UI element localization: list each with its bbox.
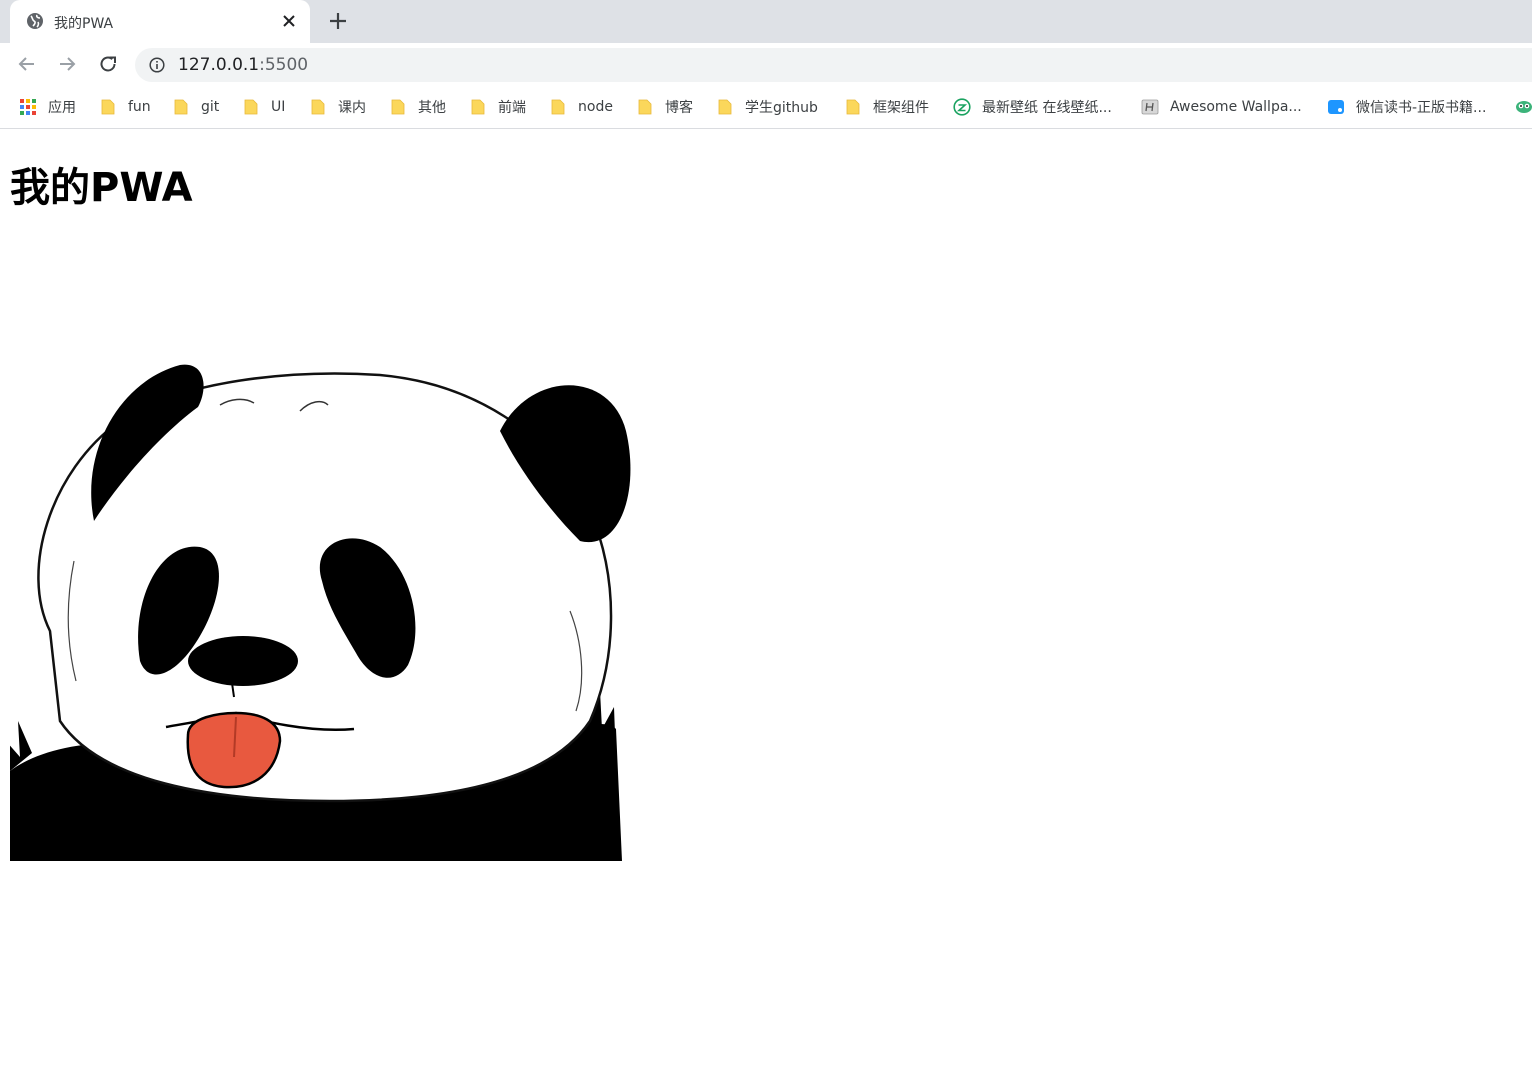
plus-icon[interactable]: [326, 9, 350, 33]
tab-title: 我的PWA: [54, 16, 114, 32]
bookmark-apps[interactable]: 应用: [19, 86, 76, 128]
url-host: 127.0.0.1: [178, 55, 260, 75]
folder-icon: [471, 99, 485, 115]
bookmark-folder-ui[interactable]: UI: [242, 86, 285, 128]
bookmark-label: 课内: [338, 100, 366, 116]
folder-icon: [391, 99, 405, 115]
bookmark-wallpaper-site[interactable]: 最新壁纸 在线壁纸...: [953, 86, 1112, 128]
bookmark-folder-fun[interactable]: fun: [99, 86, 151, 128]
url-text[interactable]: 127.0.0.1:5500: [178, 55, 308, 75]
bookmark-label: 应用: [48, 100, 76, 116]
bookmark-folder-qianduan[interactable]: 前端: [469, 86, 526, 128]
bookmark-weread[interactable]: 微信读书-正版书籍...: [1327, 86, 1486, 128]
page-title: 我的PWA: [10, 165, 193, 211]
bookmark-label: node: [578, 99, 613, 115]
weread-icon: [1328, 100, 1344, 114]
arrow-back-icon[interactable]: [15, 52, 39, 76]
wallpaper-site-icon: [953, 98, 971, 116]
globe-icon: [27, 13, 43, 29]
bookmark-label: fun: [128, 99, 151, 115]
folder-icon: [718, 99, 732, 115]
folder-icon: [174, 99, 188, 115]
bookmark-folder-framework[interactable]: 框架组件: [844, 86, 929, 128]
close-icon[interactable]: [280, 12, 298, 30]
url-port: :5500: [259, 55, 309, 75]
bookmarks-bar: 应用 fun git UI 课内 其他 前端 node 博客 学生github …: [0, 86, 1532, 129]
bookmark-folder-kenei[interactable]: 课内: [309, 86, 366, 128]
bookmark-label: 微信读书-正版书籍...: [1356, 100, 1487, 116]
tab-strip: 我的PWA: [0, 0, 1532, 43]
browser-toolbar: 127.0.0.1:5500: [0, 43, 1532, 86]
bookmark-label: UI: [271, 99, 286, 115]
folder-icon: [638, 99, 652, 115]
folder-icon: [551, 99, 565, 115]
bookmark-folder-student-github[interactable]: 学生github: [716, 86, 818, 128]
bookmark-label: Awesome Wallpa...: [1170, 99, 1302, 115]
info-icon[interactable]: [149, 57, 165, 73]
folder-icon: [846, 99, 860, 115]
bookmark-label: 最新壁纸 在线壁纸...: [982, 100, 1112, 116]
arrow-forward-icon[interactable]: [55, 52, 79, 76]
bookmark-label: 框架组件: [873, 100, 929, 116]
address-bar[interactable]: 127.0.0.1:5500: [135, 48, 1532, 82]
apps-grid-icon: [20, 99, 36, 115]
bookmark-label: 前端: [498, 100, 526, 116]
awesome-wallpapers-icon: [1141, 99, 1159, 115]
folder-icon: [311, 99, 325, 115]
folder-icon: [244, 99, 258, 115]
bookmark-label: 博客: [665, 100, 693, 116]
bookmark-overflow[interactable]: [1515, 86, 1532, 128]
reload-icon[interactable]: [96, 52, 120, 76]
bookmark-folder-git[interactable]: git: [172, 86, 219, 128]
bookmark-folder-qita[interactable]: 其他: [389, 86, 446, 128]
owl-icon: [1516, 101, 1532, 113]
folder-icon: [101, 99, 115, 115]
browser-tab[interactable]: 我的PWA: [10, 0, 310, 43]
bookmark-label: git: [201, 99, 220, 115]
panda-illustration: [10, 364, 631, 861]
bookmark-label: 学生github: [745, 100, 818, 116]
page-viewport: 我的PWA: [0, 129, 1532, 1080]
bookmark-folder-node[interactable]: node: [549, 86, 613, 128]
bookmark-awesome-wallpapers[interactable]: Awesome Wallpa...: [1141, 86, 1302, 128]
bookmark-label: 其他: [418, 100, 446, 116]
bookmark-folder-boke[interactable]: 博客: [636, 86, 693, 128]
